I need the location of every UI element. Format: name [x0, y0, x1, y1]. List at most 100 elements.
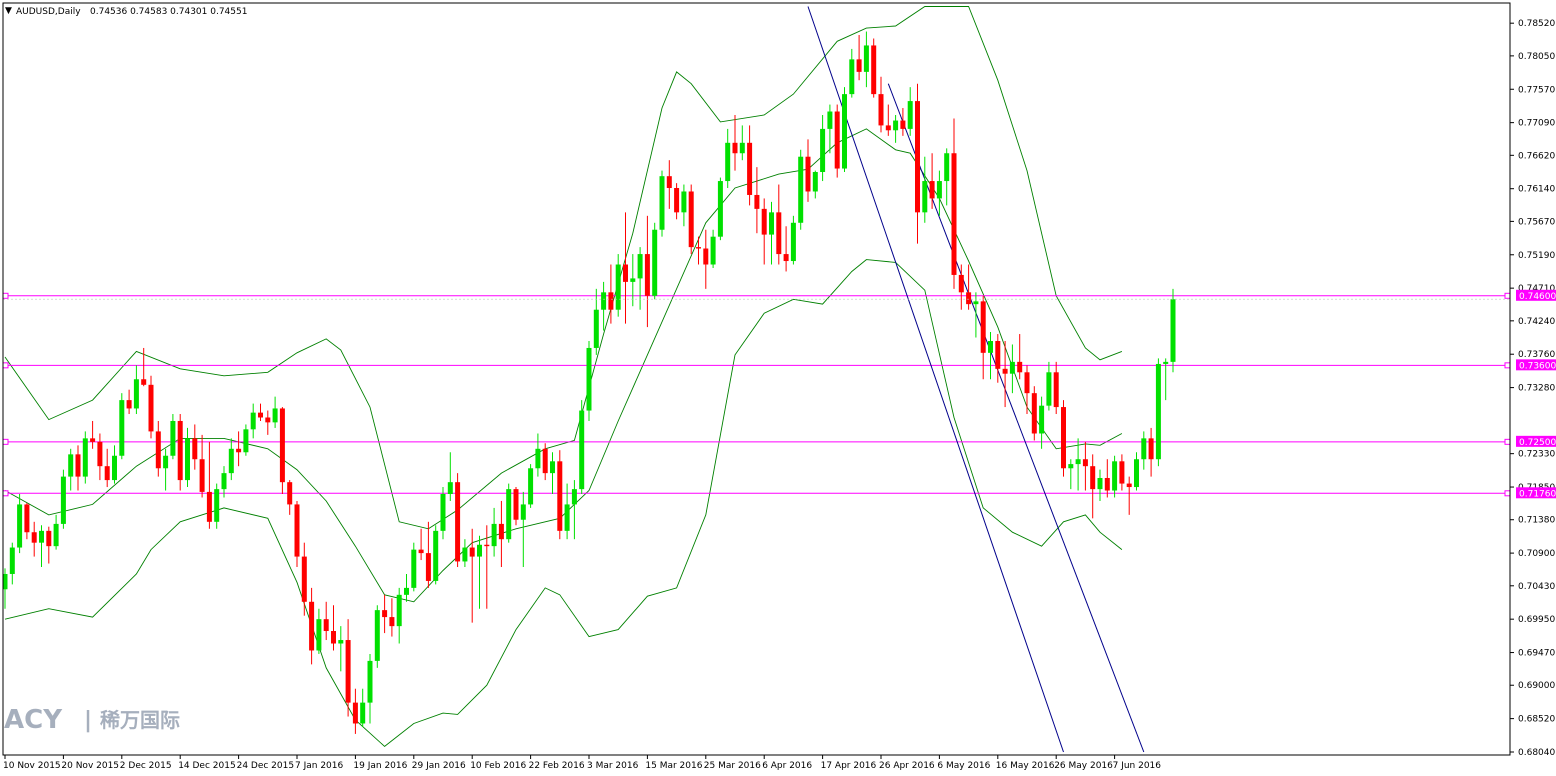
x-tick-label: 10 Feb 2016 — [470, 761, 526, 771]
candle-body — [637, 254, 643, 279]
candle-body — [520, 504, 526, 520]
chart-header: ▼ AUDUSD,Daily 0.74536 0.74583 0.74301 0… — [5, 6, 247, 17]
candle-body — [1155, 363, 1161, 460]
candle-body — [842, 94, 847, 169]
candle-body — [433, 530, 439, 581]
level-handle-right-0[interactable] — [1504, 292, 1511, 299]
candle-body — [243, 429, 249, 453]
candle-body — [739, 142, 745, 154]
candle-body — [761, 208, 767, 235]
candle-body — [382, 610, 388, 618]
candle-body — [644, 254, 650, 296]
level-handle-right-2[interactable] — [1504, 438, 1511, 445]
chart-background — [0, 0, 1556, 776]
candle-body — [119, 400, 125, 456]
candle-body — [1031, 393, 1037, 434]
y-tick-label: 0.69950 — [1518, 615, 1555, 625]
x-tick-label: 14 Dec 2015 — [178, 761, 236, 771]
candle-body — [915, 101, 920, 213]
y-tick-label: 0.74240 — [1518, 317, 1555, 327]
candle-body — [68, 454, 74, 477]
x-tick-label: 22 Feb 2016 — [529, 761, 585, 771]
collapse-triangle-icon[interactable]: ▼ — [5, 6, 12, 16]
candle-body — [681, 191, 687, 213]
candle-body — [1148, 438, 1154, 460]
candle-body — [550, 461, 555, 474]
level-handle-left-0[interactable] — [2, 292, 9, 299]
candle-body — [1119, 461, 1125, 484]
level-handle-left-3[interactable] — [2, 490, 9, 497]
candle-body — [104, 466, 110, 481]
x-tick-label: 20 Nov 2015 — [61, 761, 119, 771]
candle-body — [1039, 405, 1045, 434]
candle-body — [593, 309, 599, 348]
level-handle-right-1[interactable] — [1504, 362, 1511, 369]
x-tick-label: 17 Apr 2016 — [821, 761, 877, 771]
candle-body — [973, 301, 979, 305]
candle-body — [1024, 372, 1030, 394]
candle-body — [674, 188, 680, 213]
candle-body — [491, 523, 497, 547]
candle-body — [425, 553, 431, 581]
candle-body — [557, 461, 563, 531]
candle-body — [148, 384, 154, 432]
x-tick-label: 2 Dec 2015 — [120, 761, 172, 771]
broker-watermark: ACY | 稀万国际 — [4, 705, 180, 735]
x-tick-label: 19 Jan 2016 — [353, 761, 407, 771]
price-chart[interactable]: ACY | 稀万国际 0.78520 0.78050 0.77570 0.77090 0… — [0, 0, 1556, 776]
candle-body — [192, 438, 198, 460]
candle-body — [236, 448, 242, 453]
candle-body — [703, 248, 709, 265]
candle-body — [571, 489, 577, 505]
candle-body — [542, 448, 548, 474]
candle-body — [265, 417, 271, 423]
candle-body — [732, 142, 738, 154]
candle-body — [966, 292, 972, 305]
candle-body — [82, 438, 88, 477]
candle-body — [199, 459, 205, 492]
candle-body — [579, 410, 585, 490]
level-handle-right-3[interactable] — [1504, 490, 1511, 497]
y-tick-label: 0.75670 — [1518, 217, 1555, 227]
candle-body — [323, 619, 329, 631]
candle-body — [820, 128, 826, 173]
candle-body — [440, 493, 446, 531]
candle-body — [345, 640, 351, 703]
candle-body — [805, 156, 811, 192]
x-tick-label: 25 Mar 2016 — [704, 761, 761, 771]
candle-body — [214, 489, 220, 522]
candle-body — [374, 610, 380, 661]
candle-body — [776, 212, 782, 255]
candle-body — [258, 412, 263, 418]
candle-body — [922, 181, 928, 213]
y-tick-label: 0.76620 — [1518, 151, 1555, 161]
candle-body — [834, 111, 840, 169]
y-tick-label: 0.69000 — [1518, 681, 1555, 691]
watermark-cjk: 稀万国际 — [100, 708, 180, 732]
level-handle-left-1[interactable] — [2, 362, 9, 369]
candle-body — [294, 504, 300, 557]
y-tick-label: 0.75190 — [1518, 251, 1555, 261]
candle-body — [1126, 483, 1132, 488]
y-tick-label: 0.77570 — [1518, 85, 1555, 95]
y-tick-label: 0.78050 — [1518, 52, 1555, 62]
candle-body — [1009, 361, 1015, 374]
candle-body — [367, 660, 373, 703]
y-tick-label: 0.76140 — [1518, 185, 1555, 195]
candle-body — [696, 247, 701, 249]
y-tick-label: 0.77090 — [1518, 119, 1555, 129]
watermark-separator: | — [84, 708, 92, 733]
candle-body — [272, 408, 278, 423]
candle-body — [586, 347, 592, 411]
x-tick-label: 10 Nov 2015 — [3, 761, 61, 771]
level-handle-left-2[interactable] — [2, 438, 9, 445]
candle-body — [404, 587, 409, 595]
candle-body — [1068, 464, 1074, 469]
candle-body — [1163, 361, 1169, 364]
candle-body — [717, 181, 723, 237]
candle-body — [221, 473, 227, 490]
y-tick-label: 0.70430 — [1518, 582, 1555, 592]
candle-body — [929, 181, 935, 199]
candle-body — [725, 142, 731, 182]
candle-body — [1075, 459, 1081, 465]
